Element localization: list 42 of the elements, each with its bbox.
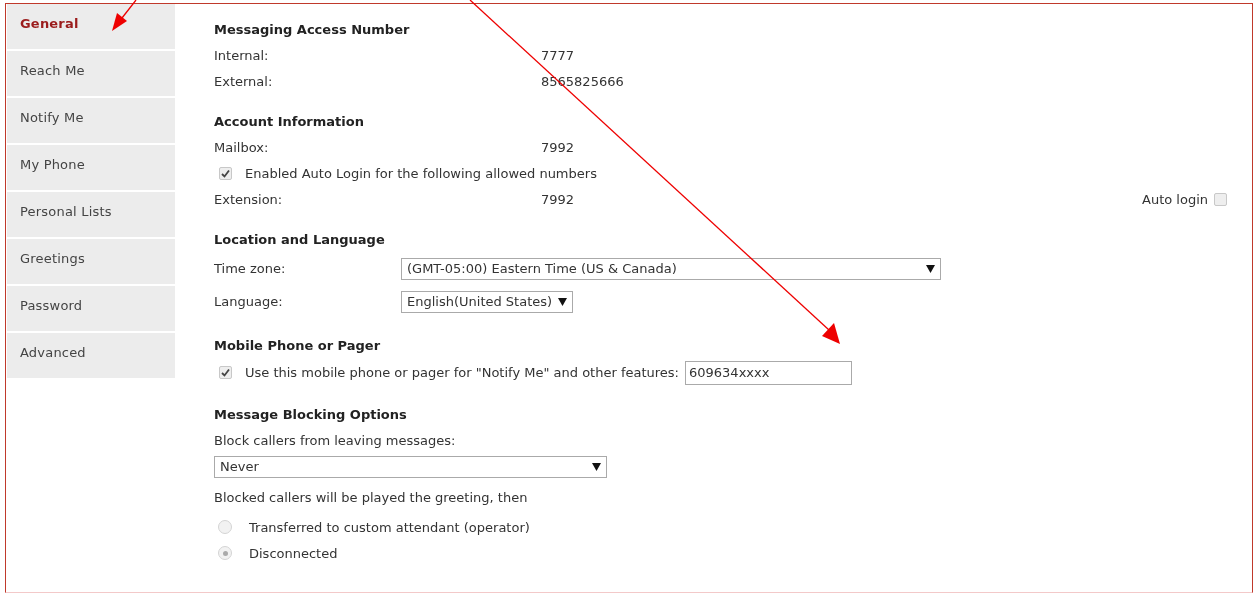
checkbox-label: Enabled Auto Login for the following allowed numbers <box>245 165 597 181</box>
field-label: Mailbox: <box>214 139 270 155</box>
field-label: External: <box>214 73 274 89</box>
sidebar-tab[interactable]: Reach Me <box>7 51 175 96</box>
checkbox-label: Use this mobile phone or pager for "Notify Me" and other features: <box>245 365 679 380</box>
sidebar-tab[interactable]: Password <box>7 286 175 331</box>
sidebar-tab[interactable]: Personal Lists <box>7 192 175 237</box>
sidebar-tab[interactable]: Greetings <box>7 239 175 284</box>
section-heading: Location and Language <box>214 231 386 249</box>
instruction-text: Block callers from leaving messages: <box>214 432 456 448</box>
field-value: 7777 <box>541 47 575 63</box>
annotation-arrow <box>112 0 137 31</box>
field-label: Language: <box>214 294 284 309</box>
radio-label: Disconnected <box>249 545 338 561</box>
sidebar-tab[interactable]: My Phone <box>7 145 175 190</box>
radio-button[interactable] <box>218 546 232 560</box>
dropdown[interactable]: Never <box>214 455 607 478</box>
phone-input-field[interactable]: 609634xxxx <box>685 360 852 385</box>
section-heading: Account Information <box>214 113 365 131</box>
field-label: Extension: <box>214 191 284 207</box>
radio-button[interactable] <box>218 520 232 534</box>
checkbox[interactable] <box>219 166 232 180</box>
checkbox[interactable] <box>1214 192 1227 206</box>
dropdown[interactable]: (GMT-05:00) Eastern Time (US & Canada) <box>401 257 941 280</box>
sidebar-tab[interactable]: Notify Me <box>7 98 175 143</box>
sidebar-tab[interactable]: Advanced <box>7 333 175 378</box>
radio-label: Transferred to custom attendant (operator) <box>249 519 530 535</box>
field-value: 7992 <box>541 139 575 155</box>
dropdown[interactable]: English(United States) <box>401 290 574 313</box>
instruction-text: Blocked callers will be played the greeting, then <box>214 489 528 505</box>
field-value: 7992 <box>541 191 575 207</box>
caret-icon <box>558 297 568 306</box>
field-label: Internal: <box>214 47 270 63</box>
checkbox[interactable] <box>219 366 232 379</box>
section-heading: Messaging Access Number <box>214 21 411 39</box>
field-label: Time zone: <box>214 261 287 276</box>
section-heading: Message Blocking Options <box>214 406 408 424</box>
sidebar-tab[interactable]: General <box>7 4 175 49</box>
caret-icon <box>592 462 601 471</box>
checkbox-label: Auto login <box>1142 191 1208 207</box>
caret-icon <box>926 264 935 273</box>
section-heading: Mobile Phone or Pager <box>214 337 382 355</box>
